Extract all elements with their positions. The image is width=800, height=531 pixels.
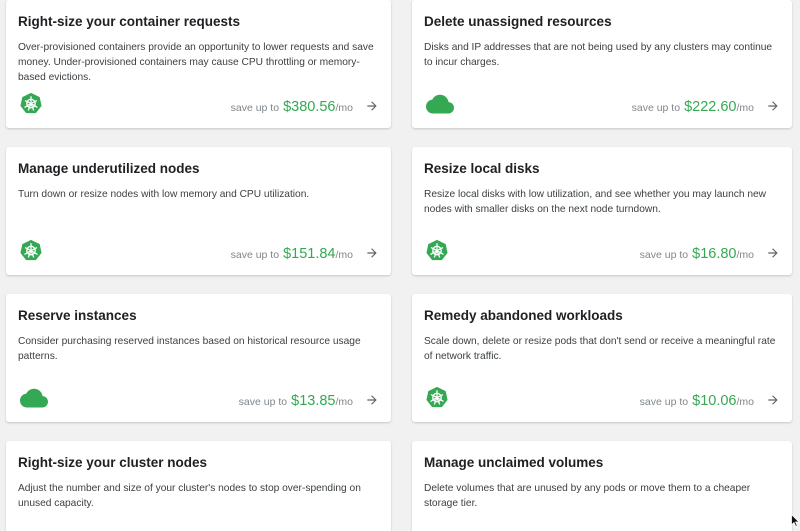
savings-estimate: save up to $222.60/mo (632, 99, 754, 115)
card-manage-unclaimed-volumes[interactable]: Manage unclaimed volumes Delete volumes … (412, 441, 792, 531)
kubernetes-icon (20, 92, 42, 114)
save-prefix: save up to (230, 102, 280, 114)
card-title: Manage underutilized nodes (18, 161, 200, 176)
save-prefix: save up to (639, 396, 689, 408)
card-description: Scale down, delete or resize pods that d… (424, 336, 776, 362)
arrow-right-icon[interactable] (365, 393, 379, 407)
save-prefix: save up to (639, 249, 689, 261)
card-description: Turn down or resize nodes with low memor… (18, 189, 310, 200)
savings-unit: /mo (736, 249, 754, 261)
arrow-right-icon[interactable] (365, 246, 379, 260)
kubernetes-icon (426, 239, 448, 261)
cloud-icon (426, 94, 454, 114)
card-description: Disks and IP addresses that are not bein… (424, 42, 773, 68)
savings-recommendations-grid: Right-size your container requests Over-… (0, 0, 800, 531)
card-resize-local-disks[interactable]: Resize local disks Resize local disks wi… (412, 147, 792, 275)
savings-amount: $16.80 (692, 246, 737, 262)
savings-estimate: save up to $16.80/mo (640, 246, 754, 262)
card-description: Consider purchasing reserved instances b… (18, 336, 361, 362)
savings-estimate: save up to $13.85/mo (239, 393, 353, 409)
card-description: Delete volumes that are unused by any po… (424, 483, 751, 509)
mouse-cursor-icon (791, 514, 800, 527)
save-prefix: save up to (230, 249, 280, 261)
card-title: Reserve instances (18, 308, 137, 323)
card-description: Over-provisioned containers provide an o… (18, 42, 374, 83)
arrow-right-icon[interactable] (766, 246, 780, 260)
card-title: Manage unclaimed volumes (424, 455, 604, 470)
card-description: Resize local disks with low utilization,… (424, 189, 767, 215)
cloud-icon (20, 388, 48, 408)
card-delete-unassigned-resources[interactable]: Delete unassigned resources Disks and IP… (412, 0, 792, 128)
savings-amount: $222.60 (684, 99, 737, 115)
savings-estimate: save up to $10.06/mo (640, 393, 754, 409)
card-right-size-container-requests[interactable]: Right-size your container requests Over-… (6, 0, 391, 128)
savings-unit: /mo (335, 396, 353, 408)
card-title: Right-size your cluster nodes (18, 455, 208, 470)
kubernetes-icon (426, 386, 448, 408)
card-title: Right-size your container requests (18, 14, 241, 29)
card-description: Adjust the number and size of your clust… (18, 483, 361, 509)
card-remedy-abandoned-workloads[interactable]: Remedy abandoned workloads Scale down, d… (412, 294, 792, 422)
savings-amount: $380.56 (283, 99, 336, 115)
arrow-right-icon[interactable] (365, 99, 379, 113)
card-title: Resize local disks (424, 161, 540, 176)
savings-unit: /mo (736, 102, 754, 114)
card-title: Remedy abandoned workloads (424, 308, 623, 323)
card-manage-underutilized-nodes[interactable]: Manage underutilized nodes Turn down or … (6, 147, 391, 275)
card-reserve-instances[interactable]: Reserve instances Consider purchasing re… (6, 294, 391, 422)
savings-estimate: save up to $151.84/mo (231, 246, 353, 262)
arrow-right-icon[interactable] (766, 393, 780, 407)
savings-estimate: save up to $380.56/mo (231, 99, 353, 115)
card-right-size-cluster-nodes[interactable]: Right-size your cluster nodes Adjust the… (6, 441, 391, 531)
save-prefix: save up to (238, 396, 288, 408)
arrow-right-icon[interactable] (766, 99, 780, 113)
savings-amount: $13.85 (291, 393, 336, 409)
savings-amount: $151.84 (283, 246, 336, 262)
savings-amount: $10.06 (692, 393, 737, 409)
kubernetes-icon (20, 239, 42, 261)
savings-unit: /mo (335, 102, 353, 114)
save-prefix: save up to (631, 102, 681, 114)
savings-unit: /mo (335, 249, 353, 261)
savings-unit: /mo (736, 396, 754, 408)
card-title: Delete unassigned resources (424, 14, 612, 29)
